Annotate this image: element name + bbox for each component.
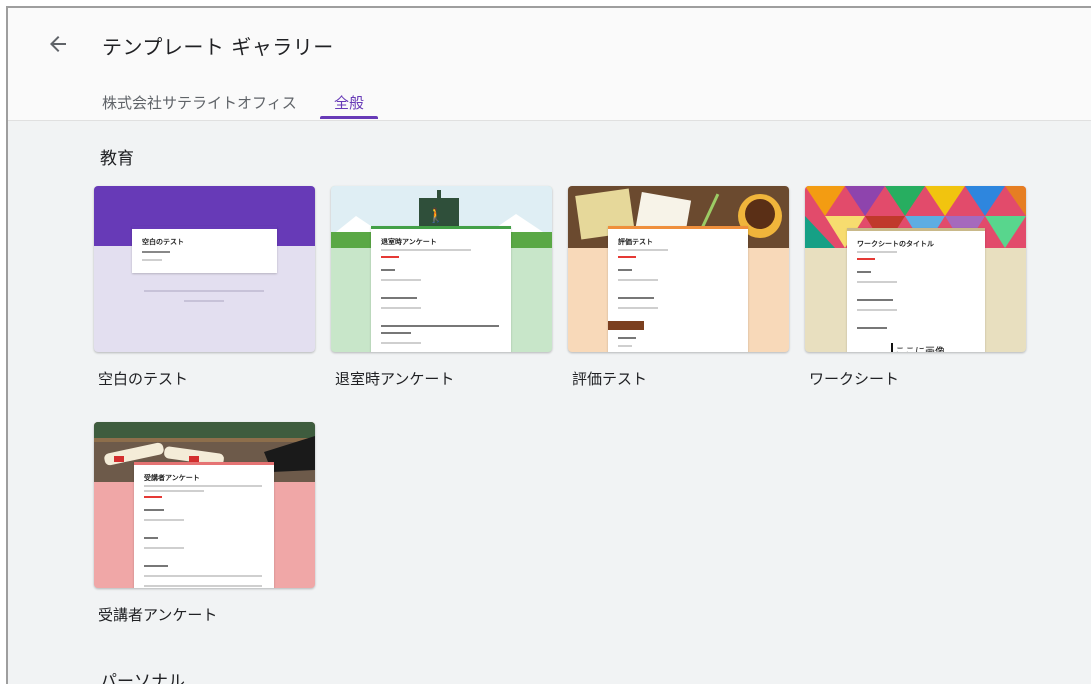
form-preview-title: 受講者アンケート bbox=[144, 474, 200, 482]
form-preview-title: 空白のテスト bbox=[142, 238, 184, 246]
gallery-header: テンプレート ギャラリー 株式会社サテライトオフィス 全般 bbox=[8, 8, 1091, 121]
form-preview: ワークシートのタイトル ここに画像 bbox=[847, 228, 985, 352]
template-card-exit-ticket[interactable]: 🚶 退室時アンケート bbox=[331, 186, 552, 352]
back-button[interactable] bbox=[46, 32, 70, 56]
template-card-blank-quiz[interactable]: 空白のテスト bbox=[94, 186, 315, 352]
form-preview-title: 評価テスト bbox=[618, 238, 653, 246]
page-title: テンプレート ギャラリー bbox=[102, 35, 334, 59]
section-title-personal: パーソナル bbox=[100, 672, 185, 684]
template-label[interactable]: 評価テスト bbox=[572, 368, 647, 389]
template-label[interactable]: 受講者アンケート bbox=[98, 604, 217, 625]
form-preview: 受講者アンケート bbox=[134, 462, 274, 588]
template-label[interactable]: 退室時アンケート bbox=[335, 368, 454, 389]
form-preview: 退室時アンケート bbox=[371, 226, 511, 352]
template-gallery-window: テンプレート ギャラリー 株式会社サテライトオフィス 全般 教育 空白のテスト … bbox=[6, 6, 1091, 684]
form-preview: 空白のテスト bbox=[132, 226, 277, 273]
arrow-left-icon bbox=[50, 36, 66, 52]
form-preview: 評価テスト bbox=[608, 226, 748, 352]
svg-text:🚶: 🚶 bbox=[427, 207, 444, 224]
tab-company[interactable]: 株式会社サテライトオフィス bbox=[102, 92, 297, 113]
form-preview-title: 退室時アンケート bbox=[381, 238, 437, 246]
template-label[interactable]: ワークシート bbox=[809, 368, 899, 389]
template-card-assessment[interactable]: 評価テスト bbox=[568, 186, 789, 352]
section-title-education: 教育 bbox=[100, 149, 134, 169]
template-label[interactable]: 空白のテスト bbox=[98, 368, 188, 389]
form-preview-title: ワークシートのタイトル bbox=[857, 240, 934, 248]
template-card-course-evaluation[interactable]: 受講者アンケート bbox=[94, 422, 315, 588]
image-placeholder-text: ここに画像 bbox=[891, 343, 945, 352]
tab-general[interactable]: 全般 bbox=[334, 92, 364, 113]
template-card-worksheet[interactable]: ワークシートのタイトル ここに画像 bbox=[805, 186, 1026, 352]
active-tab-indicator bbox=[320, 116, 378, 119]
